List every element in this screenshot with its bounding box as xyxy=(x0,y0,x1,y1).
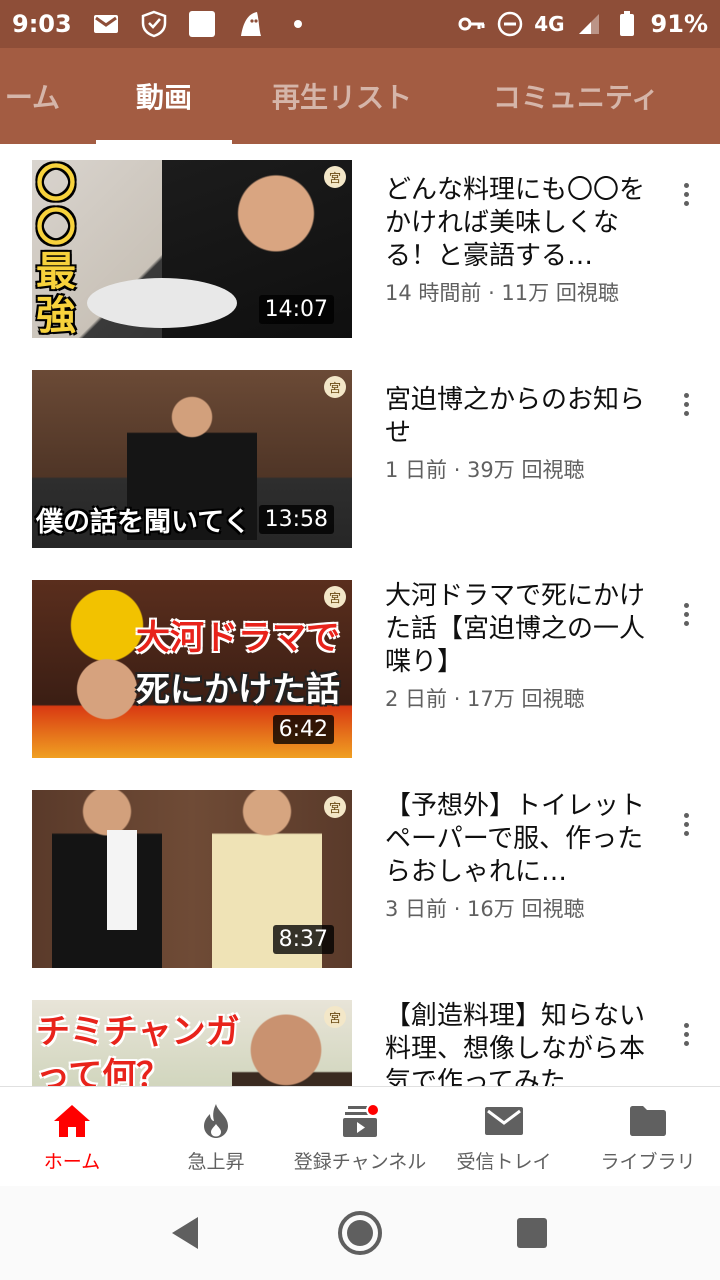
battery-percent: 91% xyxy=(650,10,708,38)
library-folder-icon xyxy=(626,1101,670,1141)
tab-videos[interactable]: 動画 xyxy=(96,48,232,144)
tab-playlists[interactable]: 再生リスト xyxy=(258,48,426,144)
thumbnail-text: チミチャンガ xyxy=(36,1012,240,1052)
video-title[interactable]: どんな料理にも〇〇をかければ美味しくなる！と豪語する… xyxy=(385,174,655,273)
system-navigation-bar xyxy=(0,1186,720,1280)
thumbnail-text: 大河ドラマで xyxy=(136,618,340,658)
key-icon xyxy=(458,10,486,38)
video-list: 〇〇最強 宮 14:07 どんな料理にも〇〇をかければ美味しくなる！と豪語する…… xyxy=(0,144,720,1086)
battery-icon xyxy=(613,10,641,38)
video-item[interactable]: 僕の話を聞いてく 宮 13:58 宮迫博之からのお知らせ 1 日前 · 39万 … xyxy=(0,370,720,560)
video-meta: 14 時間前 · 11万 回視聴 xyxy=(385,281,619,305)
nav-subscriptions[interactable]: 登録チャンネル xyxy=(288,1087,432,1187)
network-type: 4G xyxy=(534,12,565,36)
thumbnail-text: 僕の話を聞いてく xyxy=(36,507,251,538)
channel-tabs: ーム 動画 再生リスト コミュニティ xyxy=(0,48,720,144)
notification-dot xyxy=(366,1102,380,1117)
bottom-navigation: ホーム 急上昇 登録チャンネル 受信トレイ ライブラリ xyxy=(0,1086,720,1186)
channel-badge: 宮 xyxy=(324,166,346,188)
tab-community[interactable]: コミュニティ xyxy=(476,48,676,144)
video-item[interactable]: 大河ドラマで 死にかけた話 宮 6:42 大河ドラマで死にかけた話【宮迫博之の一… xyxy=(0,580,720,770)
nav-home[interactable]: ホーム xyxy=(0,1087,144,1187)
thumbnail-text: 〇〇最強 xyxy=(36,161,76,338)
channel-badge: 宮 xyxy=(324,1006,346,1028)
video-thumbnail[interactable]: 僕の話を聞いてく 宮 13:58 xyxy=(32,370,352,548)
video-title[interactable]: 宮迫博之からのお知らせ xyxy=(385,384,655,450)
tab-home[interactable]: ーム xyxy=(0,48,60,144)
nav-library[interactable]: ライブラリ xyxy=(576,1087,720,1187)
flame-icon xyxy=(194,1101,238,1141)
video-title[interactable]: 【創造料理】知らない料理、想像しながら本気で作ってみた xyxy=(385,1000,655,1086)
video-thumbnail[interactable]: チミチャンガ って何？ 宮 xyxy=(32,1000,352,1086)
video-title[interactable]: 【予想外】トイレットペーパーで服、作ったらおしゃれに… xyxy=(385,790,655,889)
video-item[interactable]: 〇〇最強 宮 14:07 どんな料理にも〇〇をかければ美味しくなる！と豪語する…… xyxy=(0,160,720,350)
nav-inbox[interactable]: 受信トレイ xyxy=(432,1087,576,1187)
video-title[interactable]: 大河ドラマで死にかけた話【宮迫博之の一人喋り】 xyxy=(385,580,655,679)
more-options-icon[interactable] xyxy=(672,804,700,844)
signal-icon xyxy=(575,10,603,38)
channel-badge: 宮 xyxy=(324,376,346,398)
video-meta: 1 日前 · 39万 回視聴 xyxy=(385,458,585,482)
do-not-disturb-icon xyxy=(496,10,524,38)
white-square-icon xyxy=(188,10,216,38)
recent-apps-icon[interactable] xyxy=(507,1208,557,1258)
nav-label: ライブラリ xyxy=(600,1150,696,1173)
clock: 9:03 xyxy=(12,10,72,38)
dot-icon xyxy=(284,10,312,38)
inbox-icon xyxy=(482,1101,526,1141)
back-icon[interactable] xyxy=(160,1208,210,1258)
video-thumbnail[interactable]: 〇〇最強 宮 14:07 xyxy=(32,160,352,338)
nav-label: 急上昇 xyxy=(187,1150,245,1173)
channel-badge: 宮 xyxy=(324,796,346,818)
thumbnail-text: って何？ xyxy=(36,1056,171,1086)
shield-check-icon xyxy=(140,10,168,38)
home-icon xyxy=(50,1101,94,1141)
video-duration: 6:42 xyxy=(272,715,334,744)
subscriptions-icon xyxy=(338,1101,382,1141)
channel-badge: 宮 xyxy=(324,586,346,608)
gmail-icon xyxy=(92,10,120,38)
ghost-icon xyxy=(236,10,264,38)
video-meta: 2 日前 · 17万 回視聴 xyxy=(385,687,585,711)
video-item[interactable]: 宮 8:37 【予想外】トイレットペーパーで服、作ったらおしゃれに… 3 日前 … xyxy=(0,790,720,980)
home-button-icon[interactable] xyxy=(335,1208,385,1258)
thumbnail-text: 死にかけた話 xyxy=(136,670,340,710)
video-thumbnail[interactable]: 大河ドラマで 死にかけた話 宮 6:42 xyxy=(32,580,352,758)
nav-trending[interactable]: 急上昇 xyxy=(144,1087,288,1187)
video-duration: 14:07 xyxy=(258,295,334,324)
more-options-icon[interactable] xyxy=(672,174,700,214)
nav-label: 登録チャンネル xyxy=(293,1150,427,1173)
more-options-icon[interactable] xyxy=(672,1014,700,1054)
nav-label: 受信トレイ xyxy=(456,1150,552,1173)
video-thumbnail[interactable]: 宮 8:37 xyxy=(32,790,352,968)
video-duration: 13:58 xyxy=(258,505,334,534)
more-options-icon[interactable] xyxy=(672,594,700,634)
status-bar: 9:03 4G 91% xyxy=(0,0,720,48)
video-meta: 3 日前 · 16万 回視聴 xyxy=(385,897,585,921)
nav-label: ホーム xyxy=(43,1150,101,1173)
video-item[interactable]: チミチャンガ って何？ 宮 【創造料理】知らない料理、想像しながら本気で作ってみ… xyxy=(0,1000,720,1086)
video-duration: 8:37 xyxy=(272,925,334,954)
more-options-icon[interactable] xyxy=(672,384,700,424)
